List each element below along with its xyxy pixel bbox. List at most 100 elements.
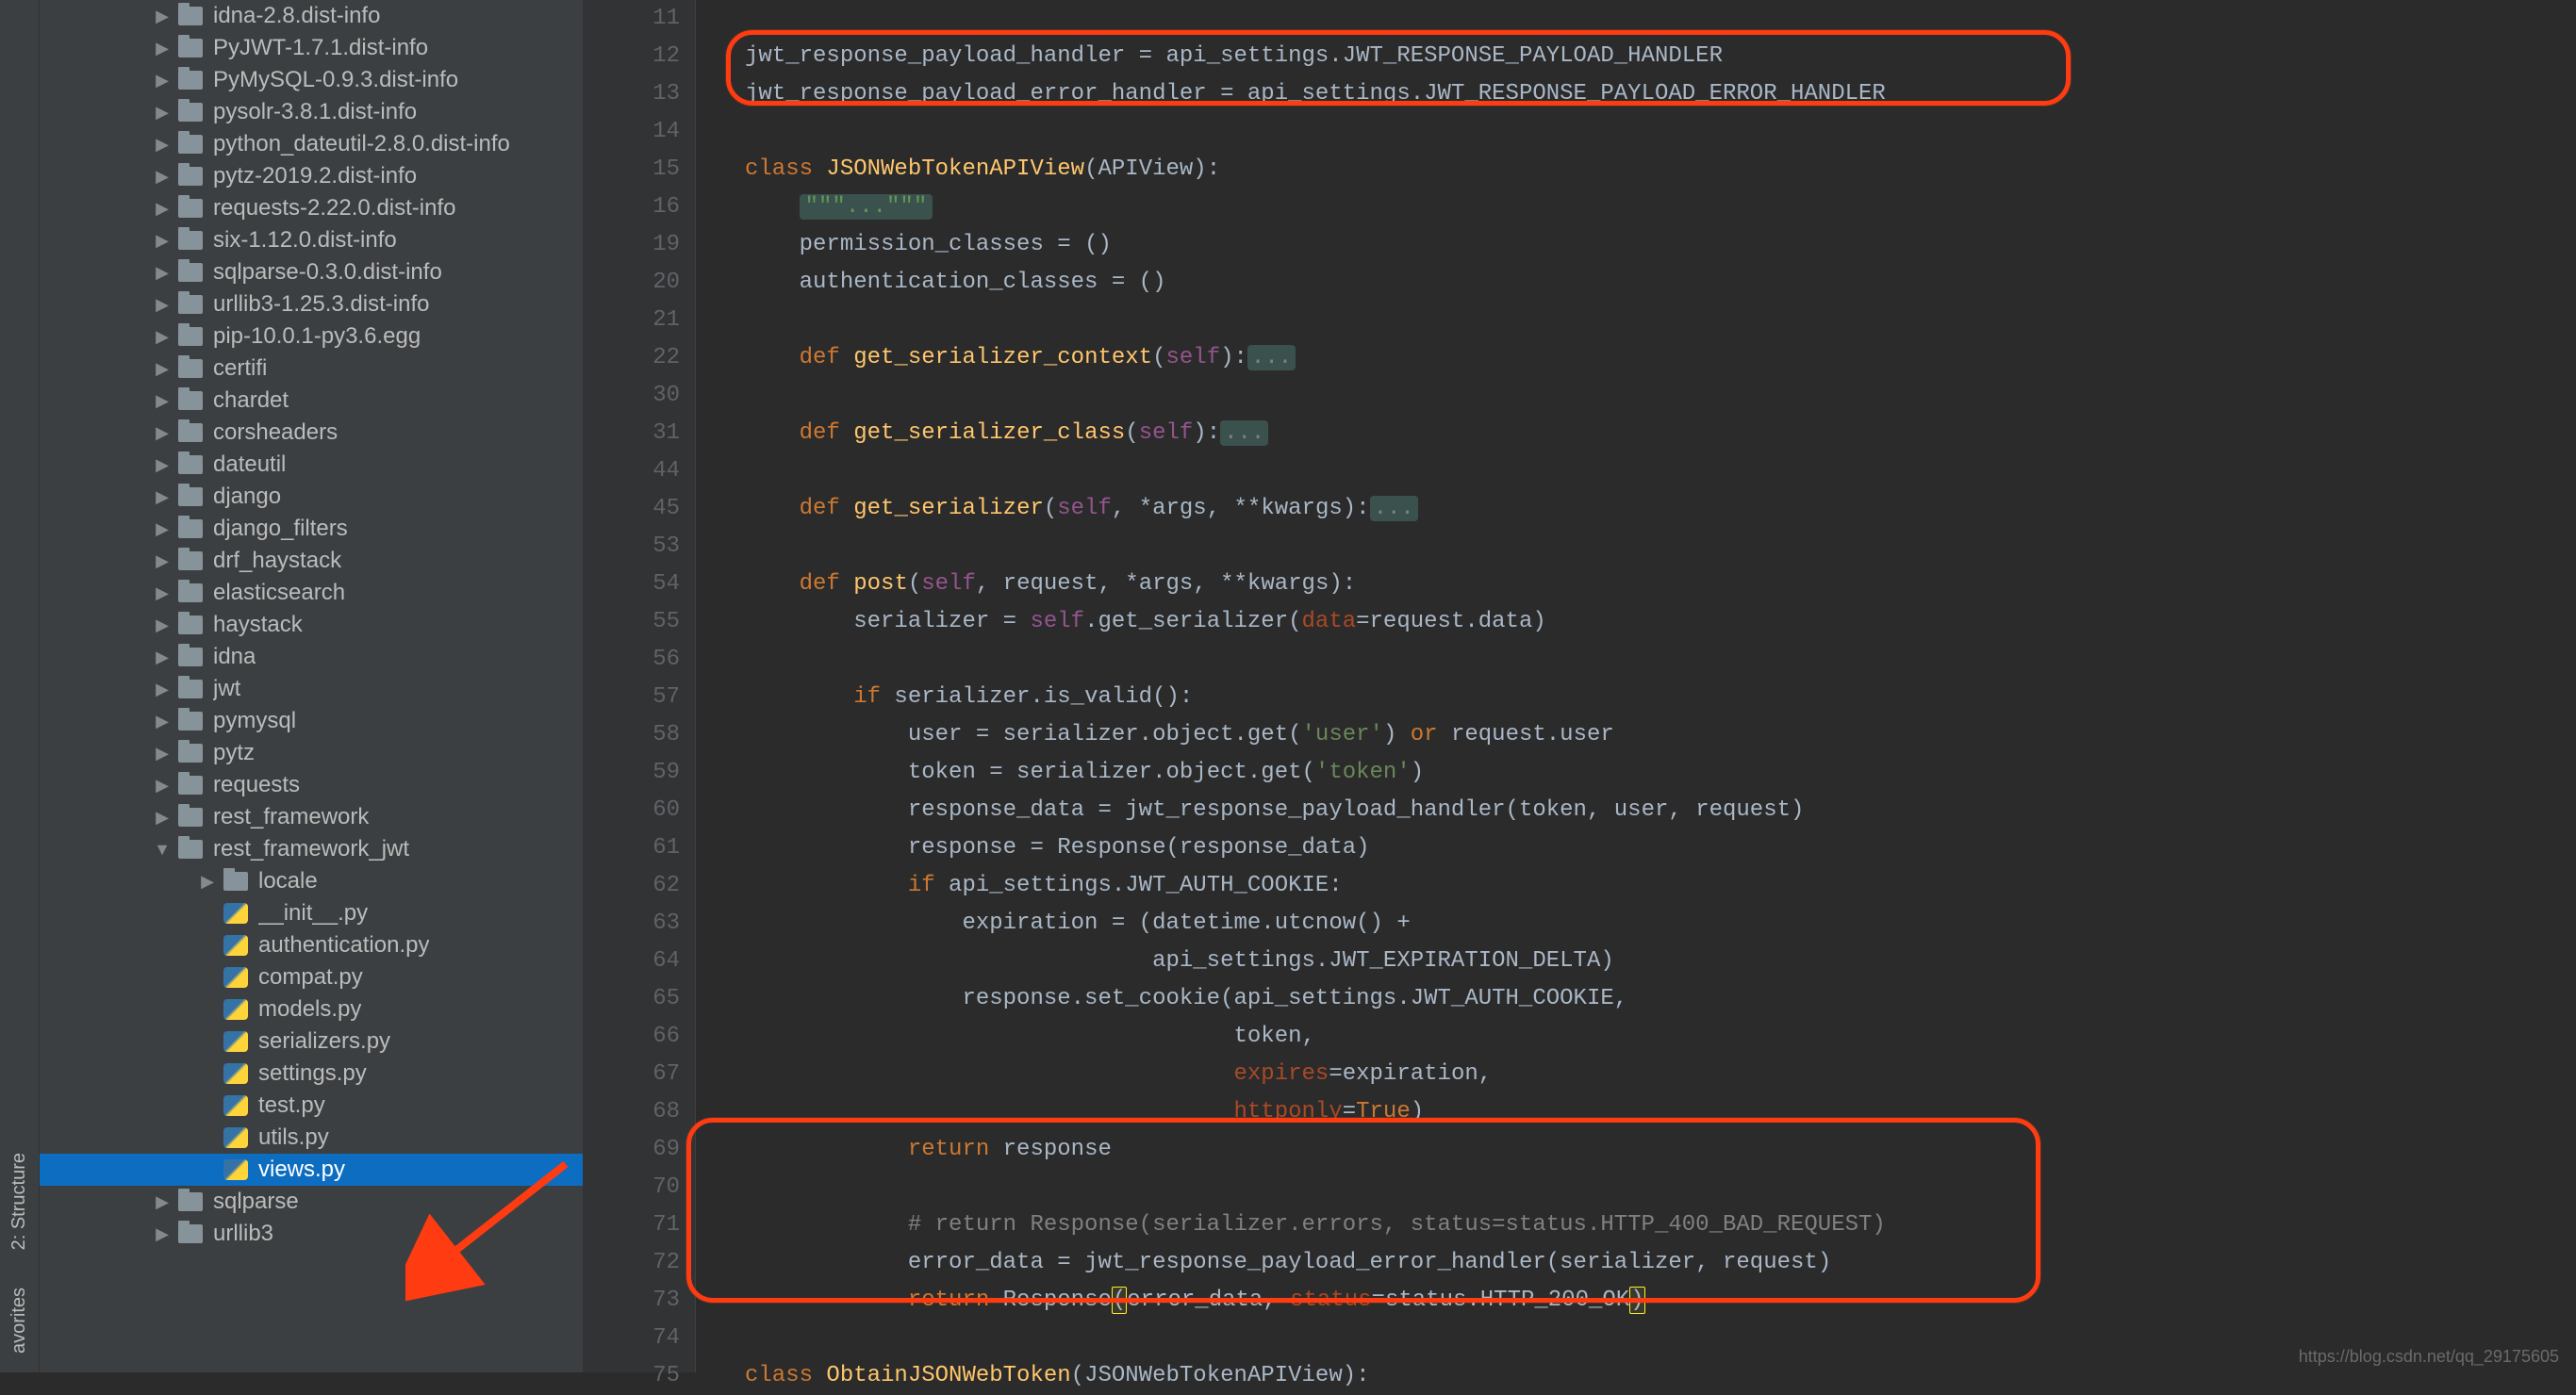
chevron-right-icon[interactable]: ▶ [153,776,172,796]
chevron-right-icon[interactable]: ▶ [153,808,172,828]
tree-folder-item[interactable]: ▶dateutil [40,449,583,481]
tree-folder-item[interactable]: ▶django [40,481,583,513]
tree-folder-item[interactable]: ▶idna-2.8.dist-info [40,0,583,32]
tree-file-item[interactable]: test.py [40,1090,583,1122]
line-number[interactable]: 68 [583,1093,680,1131]
code-line[interactable] [745,528,2576,566]
line-number[interactable]: 69 [583,1131,680,1169]
code-line[interactable]: token, [745,1018,2576,1056]
line-number[interactable]: 60 [583,792,680,829]
tree-folder-item[interactable]: ▶certifi [40,353,583,385]
code-line[interactable]: return response [745,1131,2576,1169]
tree-folder-item[interactable]: ▶django_filters [40,513,583,545]
favorites-tool-label[interactable]: avorites [8,1288,30,1354]
fold-column[interactable] [696,0,737,1372]
line-number[interactable]: 61 [583,829,680,867]
tree-folder-item[interactable]: ▼rest_framework_jwt [40,833,583,865]
tree-folder-item[interactable]: ▶PyMySQL-0.9.3.dist-info [40,64,583,96]
tree-folder-item[interactable]: ▶PyJWT-1.7.1.dist-info [40,32,583,64]
code-line[interactable]: api_settings.JWT_EXPIRATION_DELTA) [745,943,2576,980]
chevron-right-icon[interactable]: ▶ [153,519,172,539]
line-number[interactable]: 19 [583,226,680,264]
tree-folder-item[interactable]: ▶requests-2.22.0.dist-info [40,192,583,224]
code-line[interactable]: def post(self, request, *args, **kwargs)… [745,566,2576,603]
line-number[interactable]: 20 [583,264,680,302]
line-number[interactable]: 31 [583,415,680,452]
tree-folder-item[interactable]: ▶sqlparse [40,1186,583,1218]
code-line[interactable] [745,452,2576,490]
code-line[interactable]: def get_serializer_context(self):... [745,339,2576,377]
code-line[interactable]: if api_settings.JWT_AUTH_COOKIE: [745,867,2576,905]
line-number[interactable]: 57 [583,679,680,716]
line-number[interactable]: 59 [583,754,680,792]
code-line[interactable]: expiration = (datetime.utcnow() + [745,905,2576,943]
code-line[interactable]: return Response(error_data, status=statu… [745,1282,2576,1320]
code-line[interactable] [745,0,2576,38]
code-line[interactable]: def get_serializer(self, *args, **kwargs… [745,490,2576,528]
chevron-right-icon[interactable]: ▶ [153,135,172,155]
line-number[interactable]: 70 [583,1169,680,1206]
chevron-right-icon[interactable]: ▶ [153,551,172,571]
tree-folder-item[interactable]: ▶urllib3 [40,1218,583,1250]
chevron-right-icon[interactable]: ▶ [153,231,172,251]
code-line[interactable]: """...""" [745,189,2576,226]
line-number[interactable]: 63 [583,905,680,943]
line-number[interactable]: 66 [583,1018,680,1056]
tree-folder-item[interactable]: ▶jwt [40,673,583,705]
chevron-right-icon[interactable]: ▶ [153,648,172,667]
tree-file-item[interactable]: authentication.py [40,929,583,961]
line-number[interactable]: 30 [583,377,680,415]
chevron-right-icon[interactable]: ▶ [153,487,172,507]
tree-folder-item[interactable]: ▶locale [40,865,583,897]
chevron-right-icon[interactable]: ▶ [153,7,172,26]
tree-folder-item[interactable]: ▶rest_framework [40,801,583,833]
line-number[interactable]: 74 [583,1320,680,1357]
code-line[interactable] [745,113,2576,151]
chevron-right-icon[interactable]: ▶ [153,615,172,635]
code-line[interactable]: serializer = self.get_serializer(data=re… [745,603,2576,641]
line-number[interactable]: 12 [583,38,680,75]
code-line[interactable]: error_data = jwt_response_payload_error_… [745,1244,2576,1282]
line-number[interactable]: 65 [583,980,680,1018]
line-number[interactable]: 64 [583,943,680,980]
code-line[interactable] [745,641,2576,679]
line-number[interactable]: 72 [583,1244,680,1282]
structure-tool-label[interactable]: 2: Structure [8,1153,30,1250]
code-content[interactable]: jwt_response_payload_handler = api_setti… [737,0,2576,1372]
code-line[interactable]: response_data = jwt_response_payload_han… [745,792,2576,829]
line-number[interactable]: 58 [583,716,680,754]
code-line[interactable]: def get_serializer_class(self):... [745,415,2576,452]
code-line[interactable]: response.set_cookie(api_settings.JWT_AUT… [745,980,2576,1018]
line-number[interactable]: 73 [583,1282,680,1320]
chevron-right-icon[interactable]: ▶ [153,327,172,347]
tree-folder-item[interactable]: ▶haystack [40,609,583,641]
line-number[interactable]: 56 [583,641,680,679]
chevron-down-icon[interactable]: ▼ [153,840,172,860]
tool-window-left-bar[interactable]: 2: Structure avorites [0,0,40,1372]
tree-folder-item[interactable]: ▶pytz [40,737,583,769]
tree-folder-item[interactable]: ▶pytz-2019.2.dist-info [40,160,583,192]
code-line[interactable]: user = serializer.object.get('user') or … [745,716,2576,754]
line-number[interactable]: 22 [583,339,680,377]
code-line[interactable]: class JSONWebTokenAPIView(APIView): [745,151,2576,189]
tree-file-item[interactable]: utils.py [40,1122,583,1154]
line-number[interactable]: 11 [583,0,680,38]
chevron-right-icon[interactable]: ▶ [153,103,172,123]
chevron-right-icon[interactable]: ▶ [153,295,172,315]
line-number[interactable]: 44 [583,452,680,490]
code-editor[interactable]: 1112131415161920212230314445535455565758… [583,0,2576,1372]
line-number[interactable]: 75 [583,1357,680,1395]
tree-file-item[interactable]: __init__.py [40,897,583,929]
chevron-right-icon[interactable]: ▶ [153,712,172,731]
line-number[interactable]: 13 [583,75,680,113]
chevron-right-icon[interactable]: ▶ [153,1192,172,1212]
tree-folder-item[interactable]: ▶sqlparse-0.3.0.dist-info [40,256,583,288]
tree-file-item[interactable]: models.py [40,993,583,1026]
chevron-right-icon[interactable]: ▶ [153,583,172,603]
code-line[interactable]: # return Response(serializer.errors, sta… [745,1206,2576,1244]
line-number[interactable]: 14 [583,113,680,151]
tree-folder-item[interactable]: ▶chardet [40,385,583,417]
tree-folder-item[interactable]: ▶urllib3-1.25.3.dist-info [40,288,583,320]
line-number[interactable]: 45 [583,490,680,528]
chevron-right-icon[interactable]: ▶ [153,391,172,411]
